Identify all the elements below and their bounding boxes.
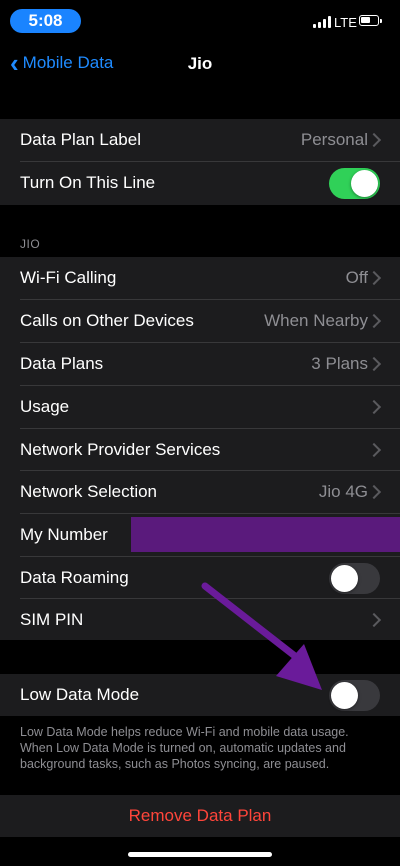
annotation-arrow-icon (201, 582, 322, 690)
home-indicator[interactable] (128, 852, 272, 857)
